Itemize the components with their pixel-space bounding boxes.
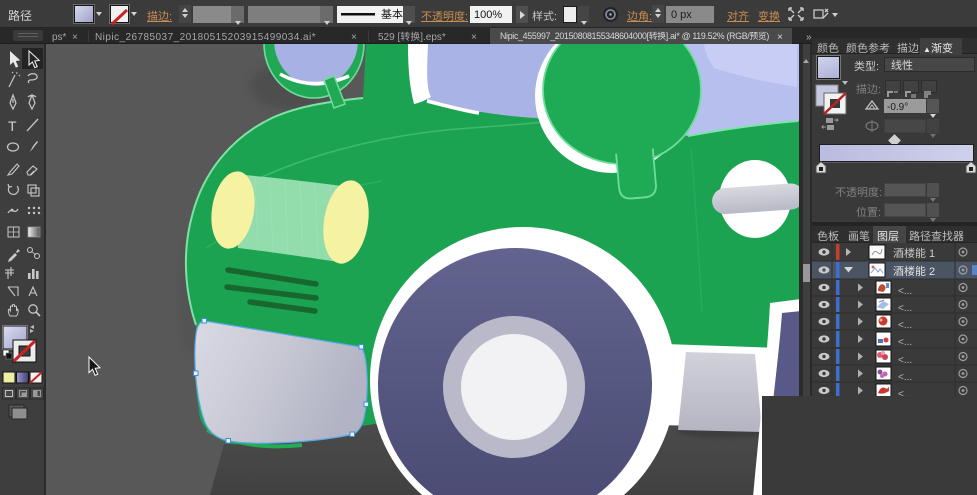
svg-text:T: T <box>8 118 17 134</box>
